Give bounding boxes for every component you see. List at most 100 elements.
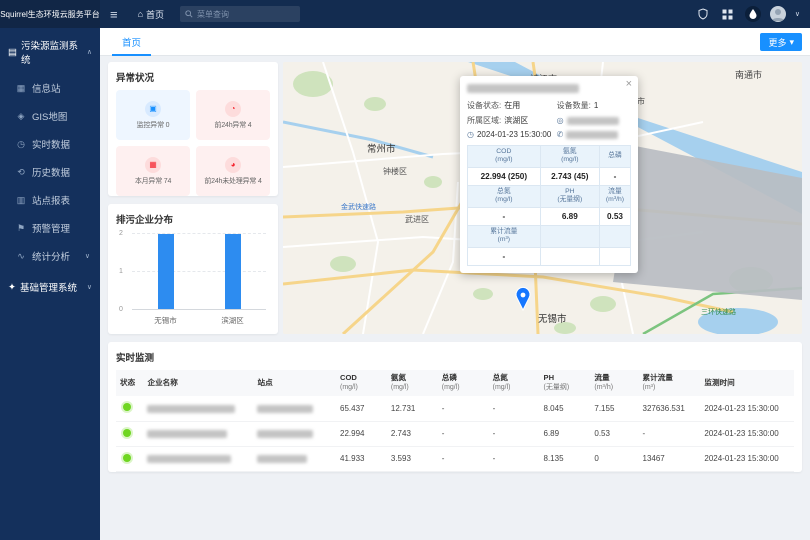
region: 所属区域: 滨湖区 [467,115,553,126]
avatar-chevron-down-icon[interactable]: ∨ [795,10,800,18]
abnormal-status-panel: 异常状况 ▣ 监控异常 0 ◔ 前24h异常 4 ▦ 本月异常 74 ◕ 前24… [108,62,278,196]
last24h-abnormal-icon: ◔ [225,101,241,117]
sidebar-item-statistics[interactable]: ∿ 统计分析 ∨ [0,242,100,270]
col-header: 流量(m³/h) [590,370,638,396]
abnormal-tiles: ▣ 监控异常 0 ◔ 前24h异常 4 ▦ 本月异常 74 ◕ 前24h未处理异… [108,90,278,204]
breadcrumb[interactable]: ⌂ 首页 [128,8,174,21]
sidebar-section-label: 基础管理系统 [20,280,77,294]
phone-row: ✆ [557,130,631,139]
station-info-popup: × 设备状态: 在用 设备数量: 1 所属区域: 滨湖区 ◎ [460,76,638,273]
table-row[interactable]: 65.437 12.731 - - 8.045 7.155 327636.531… [116,396,794,421]
gis-map[interactable]: 靖江市 南通市 张家港市 常州市 钟楼区 武进区 江阴市 无锡市 金武快速路 三… [283,62,802,334]
device-count-value: 1 [594,101,598,110]
city-label: 南通市 [735,69,762,80]
cell-time: 2024-01-23 15:30:00 [700,421,794,446]
address-row: ◎ [557,115,631,126]
header-actions: ∨ [695,6,810,22]
city-label: 常州市 [367,143,396,155]
close-icon[interactable]: × [626,78,632,90]
site-report-icon: ▥ [16,195,26,206]
breadcrumb-home-label: 首页 [146,8,164,21]
sidebar-item-warning-manage[interactable]: ⚑ 预警管理 [0,214,100,242]
base-system-icon: ✦ [8,282,16,293]
monitor-abnormal-icon: ▣ [145,101,161,117]
x-tick-label: 滨湖区 [221,315,244,326]
sidebar-item-info-overview[interactable]: ▦ 信息站 [0,74,100,102]
chevron-down-icon: ∨ [87,283,92,291]
metric-value: - [468,247,541,265]
tile-label: 本月异常 74 [135,176,171,186]
tab-home[interactable]: 首页 [112,28,151,56]
cell-nh3n: 2.743 [387,421,438,446]
clock-icon: ◷ [467,130,474,139]
cell-flow: 0 [590,446,638,471]
table-row[interactable]: 41.933 3.593 - - 8.135 0 13467 2024-01-2… [116,446,794,471]
metric-header [599,225,630,247]
city-label: 无锡市 [538,313,567,325]
monitor-table: 状态 企业名称 站点 COD(mg/l) 氨氮(mg/l) 总磷(mg/l) 总… [116,370,794,472]
y-tick-label: 1 [119,268,123,275]
col-header: 监测时间 [700,370,794,396]
status-dot-online [123,454,131,462]
sidebar-item-label: 统计分析 [32,249,70,263]
bar-chart: 012 [132,234,266,310]
sidebar-nav: ▤ 污染源监测系统 ∧ ▦ 信息站 ◈ GIS地图 ◷ 实时数据 ⟲ 历史数据 … [0,28,100,540]
sidebar-item-history-data[interactable]: ⟲ 历史数据 [0,158,100,186]
sidebar-section-base-system[interactable]: ✦ 基础管理系统 ∨ [0,270,100,302]
cell-total-flow: 327636.531 [639,396,701,421]
metric-value: 2.743 (45) [540,167,599,185]
unhandled-abnormal-icon: ◕ [225,157,241,173]
menu-search[interactable] [180,6,300,22]
address-redacted [567,117,619,125]
cell-tp: - [438,421,489,446]
apps-grid-icon[interactable] [720,6,736,22]
metric-header [540,225,599,247]
tile-label: 监控异常 0 [137,120,170,130]
tile-unhandled-abnormal[interactable]: ◕ 前24h未处理异常 4 [196,146,270,196]
info-overview-icon: ▦ [16,83,26,94]
table-row[interactable]: 22.994 2.743 - - 6.89 0.53 - 2024-01-23 … [116,421,794,446]
district-label: 钟楼区 [383,166,407,176]
bar-无锡市 [158,234,174,309]
sidebar-item-label: GIS地图 [32,109,67,123]
realtime-data-icon: ◷ [16,139,26,150]
metric-value: 0.53 [599,207,630,225]
user-avatar[interactable] [770,6,786,22]
badge-icon[interactable] [695,6,711,22]
realtime-monitor-panel: 实时监测 状态 企业名称 站点 COD(mg/l) 氨氮(mg/l) 总磷(mg… [108,342,802,472]
site-name-redacted [257,430,313,438]
search-icon [185,10,193,18]
location-pin-icon: ◎ [557,116,564,125]
more-button-label: 更多 [768,36,786,49]
water-drop-logo[interactable] [745,6,761,22]
sidebar-item-realtime-data[interactable]: ◷ 实时数据 [0,130,100,158]
cell-tp: - [438,396,489,421]
hamburger-menu-icon[interactable]: ≡ [100,7,128,22]
tile-last24h-abnormal[interactable]: ◔ 前24h异常 4 [196,90,270,140]
cell-cod: 22.994 [336,421,387,446]
tile-monitor-abnormal[interactable]: ▣ 监控异常 0 [116,90,190,140]
panel-title: 排污企业分布 [108,204,278,232]
cell-tp: - [438,446,489,471]
popup-info: 设备状态: 在用 设备数量: 1 所属区域: 滨湖区 ◎ ◷ 2024-0 [467,100,631,139]
datetime-row: ◷ 2024-01-23 15:30:00 [467,130,553,139]
phone-redacted [566,131,618,139]
cell-ph: 6.89 [540,421,591,446]
cell-tn: - [489,396,540,421]
more-button[interactable]: 更多 ▾ [760,33,802,51]
cell-nh3n: 3.593 [387,446,438,471]
road-label: 金武快速路 [341,202,376,211]
panel-title: 异常状况 [108,62,278,90]
y-tick-label: 2 [119,230,123,237]
app-logo: Squirrel生态环境云服务平台 [0,0,100,28]
bar-滨湖区 [225,234,241,309]
sidebar-item-label: 历史数据 [32,165,70,179]
sidebar-section-pollution-system[interactable]: ▤ 污染源监测系统 ∧ [0,28,100,74]
sidebar-item-site-report[interactable]: ▥ 站点报表 [0,186,100,214]
metric-value [599,247,630,265]
search-input[interactable] [197,10,295,19]
sidebar-item-gis-map[interactable]: ◈ GIS地图 [0,102,100,130]
enterprise-name-redacted [147,455,231,463]
tile-month-abnormal[interactable]: ▦ 本月异常 74 [116,146,190,196]
cell-cod: 41.933 [336,446,387,471]
